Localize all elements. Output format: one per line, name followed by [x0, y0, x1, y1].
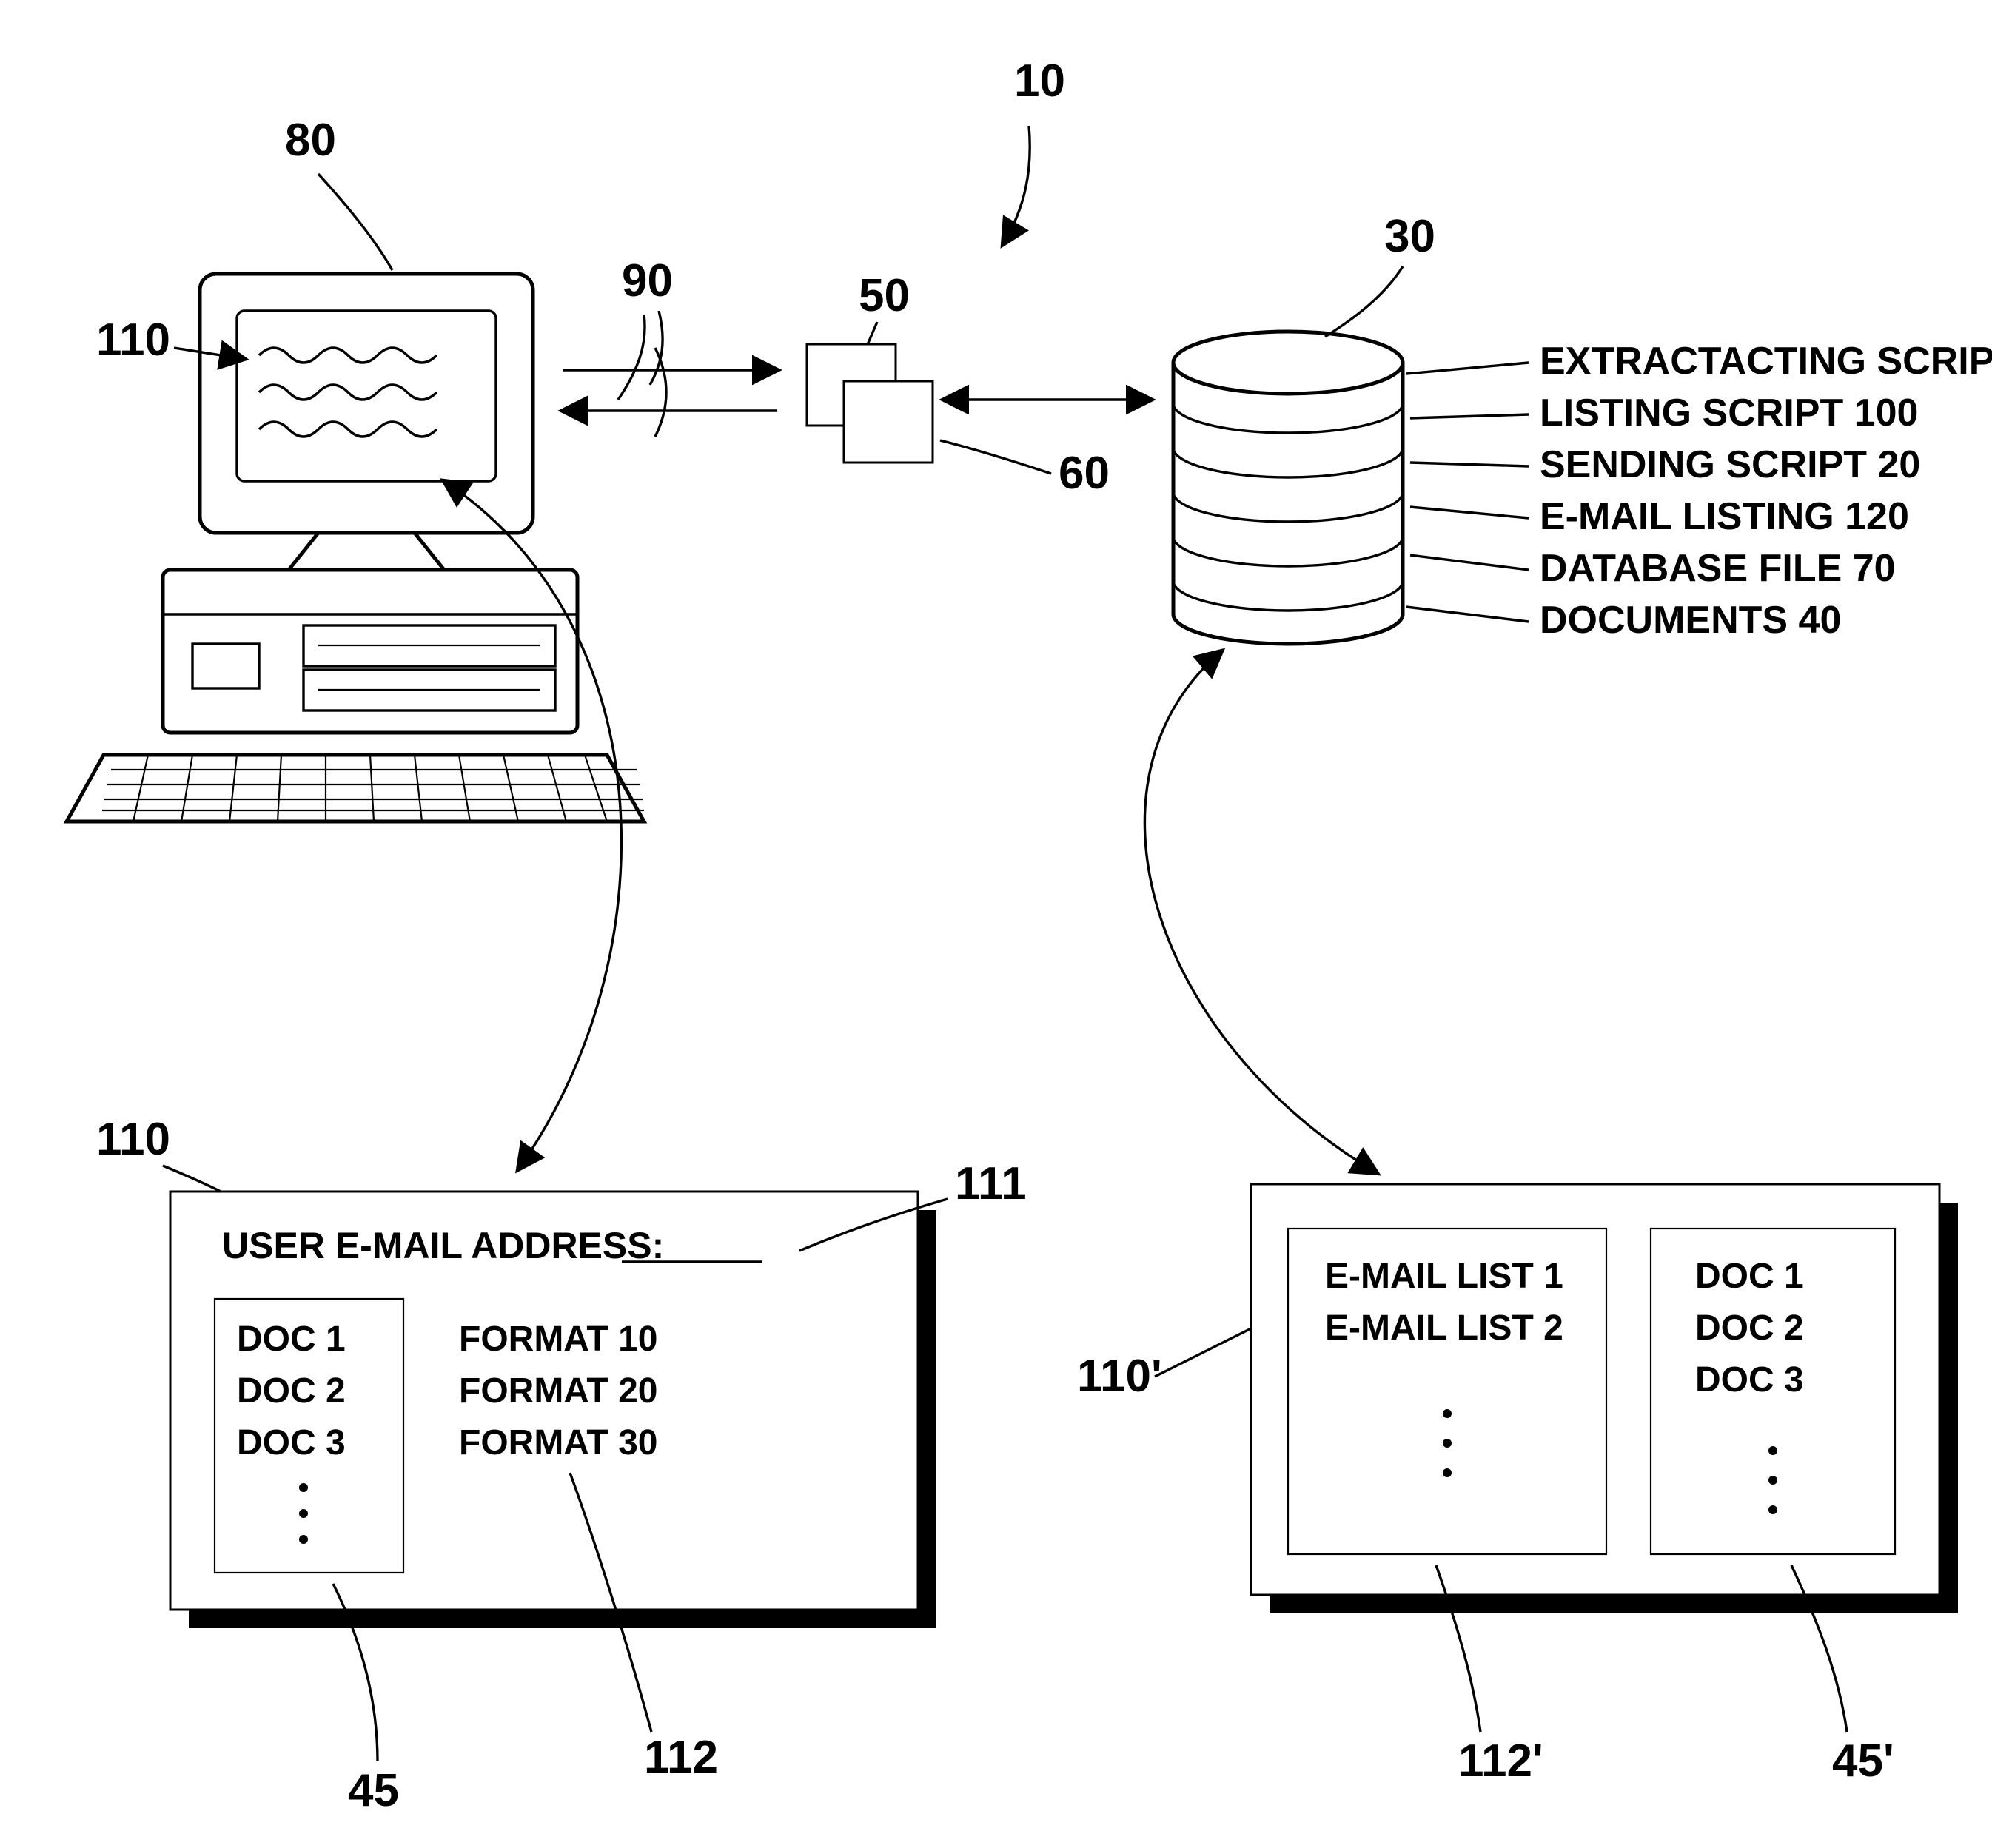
ref-111: 111	[955, 1158, 1027, 1209]
admin-doc-2: DOC 3	[1695, 1360, 1804, 1400]
server-cylinder	[1173, 332, 1403, 644]
admin-email-1: E-MAIL LIST 2	[1325, 1308, 1563, 1348]
user-format-1: FORMAT 20	[459, 1371, 657, 1411]
lead-item-3	[1410, 507, 1529, 518]
net-crossover	[655, 348, 666, 437]
lead-item-1	[1410, 414, 1529, 418]
ref-80: 80	[285, 115, 336, 166]
ref-45p: 45'	[1832, 1736, 1894, 1787]
user-format-2: FORMAT 30	[459, 1423, 657, 1462]
admin-email-0: E-MAIL LIST 1	[1325, 1257, 1563, 1296]
ref-112p: 112'	[1458, 1736, 1543, 1787]
admin-doc-1: DOC 2	[1695, 1308, 1804, 1348]
server-item-4: DATABASE FILE 70	[1540, 547, 1896, 590]
email-label: USER E-MAIL ADDRESS:	[222, 1225, 664, 1266]
server-item-0: EXTRACTACTING SCRIPTS 130	[1540, 340, 1992, 383]
page-square-2	[844, 381, 933, 463]
leader-60	[940, 440, 1051, 474]
leader-110	[174, 348, 244, 359]
lead-item-0	[1406, 363, 1529, 374]
user-doc-1: DOC 2	[237, 1371, 346, 1411]
user-panel: USER E-MAIL ADDRESS: DOC 1 DOC 2 DOC 3 F…	[170, 1192, 936, 1628]
user-doc-0: DOC 1	[237, 1320, 346, 1359]
lead-item-2	[1410, 463, 1529, 466]
ref-45: 45	[348, 1765, 399, 1816]
patent-figure: 10 80 110	[0, 0, 1992, 1848]
lead-item-4	[1410, 555, 1529, 570]
ref-110: 110	[96, 315, 170, 366]
ref-112: 112	[644, 1732, 718, 1783]
leader-server-to-admin-panel	[1144, 651, 1377, 1173]
leader-80	[318, 174, 392, 270]
server-item-5: DOCUMENTS 40	[1540, 599, 1841, 642]
leader-30	[1325, 266, 1403, 337]
user-format-0: FORMAT 10	[459, 1320, 657, 1359]
server-item-2: SENDING SCRIPT 20	[1540, 443, 1920, 486]
ref-90: 90	[622, 255, 673, 306]
user-doc-2: DOC 3	[237, 1423, 346, 1462]
server-item-1: LISTING SCRIPT 100	[1540, 392, 1918, 434]
ref-30: 30	[1384, 211, 1435, 262]
admin-panel: E-MAIL LIST 1 E-MAIL LIST 2 DOC 1 DOC 2 …	[1251, 1184, 1958, 1613]
ref-110-panel: 110	[96, 1114, 170, 1165]
leader-10	[1003, 126, 1030, 244]
admin-doc-0: DOC 1	[1695, 1257, 1804, 1296]
leader-screen-to-user-panel	[444, 481, 621, 1169]
ref-110p: 110'	[1077, 1351, 1162, 1402]
server-item-3: E-MAIL LISTING 120	[1540, 495, 1909, 538]
ref-50: 50	[859, 270, 910, 321]
leader-90b	[618, 315, 645, 400]
ref-60: 60	[1059, 448, 1110, 499]
leader-110p	[1155, 1325, 1258, 1377]
ref-10: 10	[1014, 56, 1065, 107]
lead-item-5	[1406, 607, 1529, 622]
